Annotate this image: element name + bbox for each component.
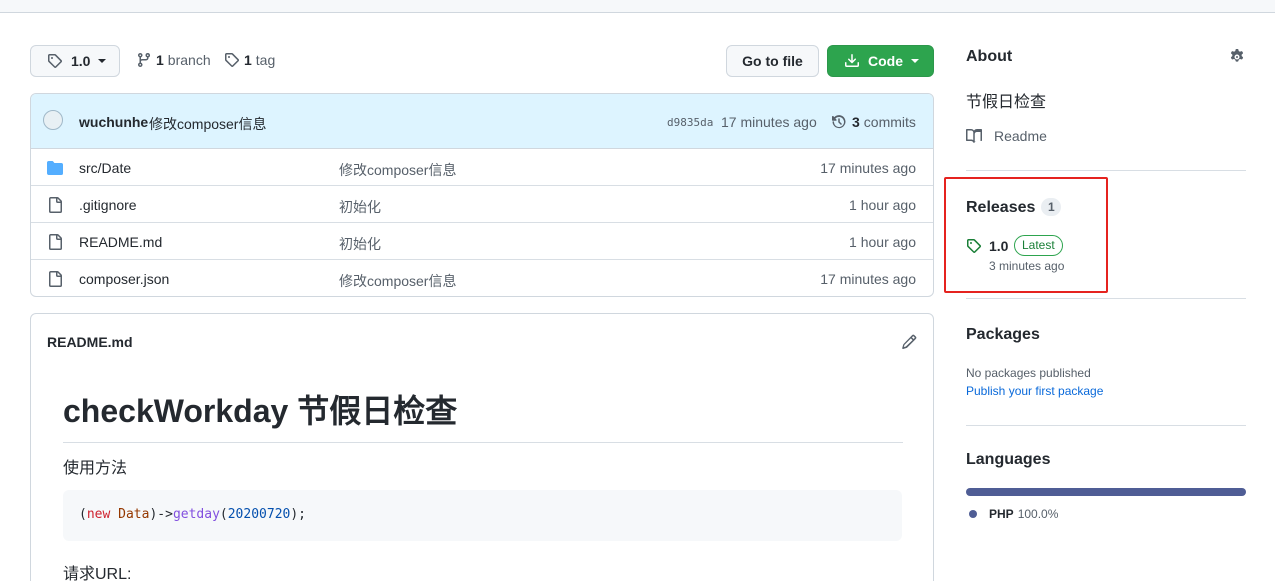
latest-commit-bar: wuchunhe 修改composer信息 d9835da 17 minutes… xyxy=(31,94,933,149)
file-commit-message[interactable]: 修改composer信息 xyxy=(339,271,456,291)
code-button[interactable]: Code xyxy=(827,45,934,77)
file-icon xyxy=(49,234,62,250)
commit-author[interactable]: wuchunhe xyxy=(79,114,148,130)
file-name[interactable]: src/Date xyxy=(79,160,131,176)
code-token: ( xyxy=(219,507,228,522)
go-to-file-button[interactable]: Go to file xyxy=(726,45,819,77)
code-block: (new Data)->getday(20200720); xyxy=(63,490,902,541)
top-header-bar xyxy=(0,0,1275,13)
file-icon xyxy=(49,271,62,287)
readme-link-label: Readme xyxy=(994,128,1047,144)
file-name[interactable]: composer.json xyxy=(79,271,169,287)
code-keyword: new xyxy=(86,507,111,522)
file-browser: wuchunhe 修改composer信息 d9835da 17 minutes… xyxy=(30,93,934,297)
readme-paragraph: 使用方法 xyxy=(63,460,128,477)
language-name: PHP xyxy=(989,507,1014,521)
repo-description: 节假日检查 xyxy=(966,94,1047,111)
download-icon xyxy=(845,54,859,67)
go-to-file-label: Go to file xyxy=(742,53,803,69)
code-token: )-> xyxy=(149,507,173,522)
chevron-down-icon xyxy=(911,59,919,63)
readme-panel: README.md checkWorkday 节假日检查 使用方法 (new D… xyxy=(30,313,934,581)
about-title: About xyxy=(966,48,1013,65)
commit-sha[interactable]: d9835da xyxy=(667,116,713,129)
divider xyxy=(966,298,1246,299)
commit-time: 17 minutes ago xyxy=(721,114,817,130)
languages-title: Languages xyxy=(966,451,1051,468)
branch-count: 1 xyxy=(156,52,164,68)
file-commit-message[interactable]: 修改composer信息 xyxy=(339,160,456,180)
file-commit-time: 1 hour ago xyxy=(849,234,916,250)
highlight-box xyxy=(944,177,1108,293)
file-row[interactable]: .gitignore 初始化 1 hour ago xyxy=(31,186,933,223)
history-icon xyxy=(832,115,846,129)
tag-icon xyxy=(225,53,240,67)
branch-select-label: 1.0 xyxy=(71,53,91,69)
file-icon xyxy=(49,197,62,213)
file-row[interactable]: composer.json 修改composer信息 17 minutes ag… xyxy=(31,260,933,296)
commits-link[interactable]: 3 commits xyxy=(831,114,916,130)
code-button-label: Code xyxy=(868,53,903,69)
chevron-down-icon xyxy=(98,59,107,63)
tags-link[interactable]: 1 tag xyxy=(224,52,275,68)
code-token: ( xyxy=(79,507,87,522)
language-percent: 100.0% xyxy=(1017,507,1059,521)
code-function: getday xyxy=(172,507,220,522)
commit-count-label: commits xyxy=(863,114,916,130)
code-token: ); xyxy=(290,507,307,522)
file-commit-time: 1 hour ago xyxy=(849,197,916,213)
file-name[interactable]: README.md xyxy=(79,234,162,250)
file-commit-message[interactable]: 初始化 xyxy=(339,234,381,254)
language-bar xyxy=(966,488,1246,496)
file-row[interactable]: src/Date 修改composer信息 17 minutes ago xyxy=(31,149,933,186)
divider xyxy=(966,170,1246,171)
language-item[interactable]: PHP 100.0% xyxy=(969,507,1058,521)
branch-label: branch xyxy=(167,52,211,68)
branch-select-button[interactable]: 1.0 xyxy=(30,45,120,77)
file-commit-message[interactable]: 初始化 xyxy=(339,197,381,217)
packages-title[interactable]: Packages xyxy=(966,326,1040,344)
publish-package-link[interactable]: Publish your first package xyxy=(966,384,1103,398)
git-branch-icon xyxy=(138,52,150,68)
commit-message[interactable]: 修改composer信息 xyxy=(149,114,266,134)
language-dot xyxy=(969,510,977,518)
pencil-icon[interactable] xyxy=(901,334,917,350)
file-commit-time: 17 minutes ago xyxy=(820,271,916,287)
author-avatar[interactable] xyxy=(43,110,63,130)
packages-empty-text: No packages published xyxy=(966,366,1091,380)
readme-heading: checkWorkday 节假日检查 xyxy=(63,386,903,443)
readme-paragraph: 请求URL: xyxy=(63,566,132,581)
tag-icon xyxy=(48,54,63,68)
divider xyxy=(966,425,1246,426)
gear-icon[interactable] xyxy=(1229,49,1245,65)
tag-count: 1 xyxy=(244,52,252,68)
code-class: Data xyxy=(118,507,150,522)
book-icon xyxy=(966,129,982,143)
file-commit-time: 17 minutes ago xyxy=(820,160,916,176)
readme-filename[interactable]: README.md xyxy=(47,334,133,350)
file-row[interactable]: README.md 初始化 1 hour ago xyxy=(31,223,933,260)
readme-link[interactable]: Readme xyxy=(966,128,1047,144)
code-number: 20200720 xyxy=(227,507,291,522)
folder-icon xyxy=(47,161,63,175)
commit-count: 3 xyxy=(852,114,860,130)
file-name[interactable]: .gitignore xyxy=(79,197,137,213)
tag-label: tag xyxy=(255,52,276,68)
branches-link[interactable]: 1 branch xyxy=(136,52,211,68)
